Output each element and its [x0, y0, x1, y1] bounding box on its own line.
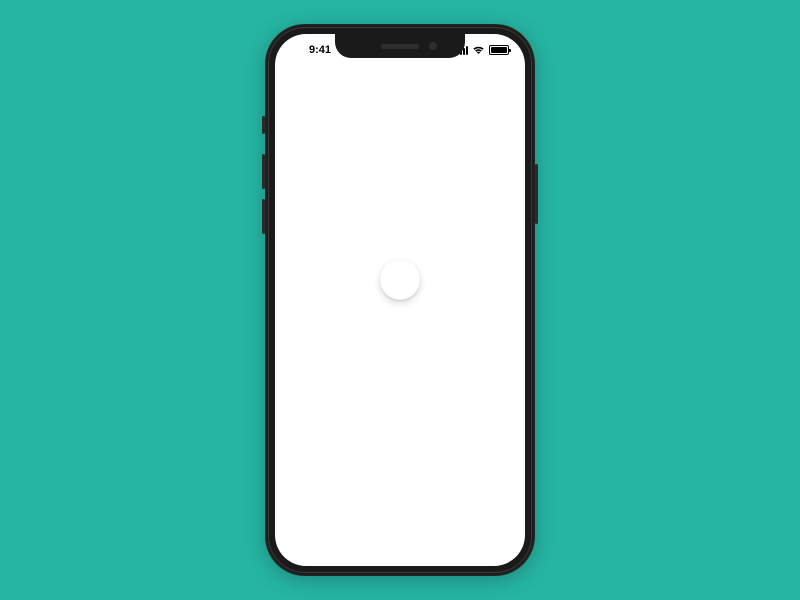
volume-down-button[interactable]: [262, 199, 265, 234]
front-camera: [429, 42, 437, 50]
screen-content: [275, 34, 525, 566]
phone-screen: 9:41: [275, 34, 525, 566]
center-circular-button[interactable]: [380, 260, 420, 300]
phone-device-frame: 9:41: [265, 24, 535, 576]
silence-switch[interactable]: [262, 116, 265, 134]
battery-icon: [489, 45, 509, 55]
power-button[interactable]: [535, 164, 538, 224]
speaker-grille: [381, 44, 419, 49]
wifi-icon: [472, 45, 485, 55]
phone-notch: [335, 34, 465, 58]
battery-level: [491, 47, 507, 53]
volume-up-button[interactable]: [262, 154, 265, 189]
